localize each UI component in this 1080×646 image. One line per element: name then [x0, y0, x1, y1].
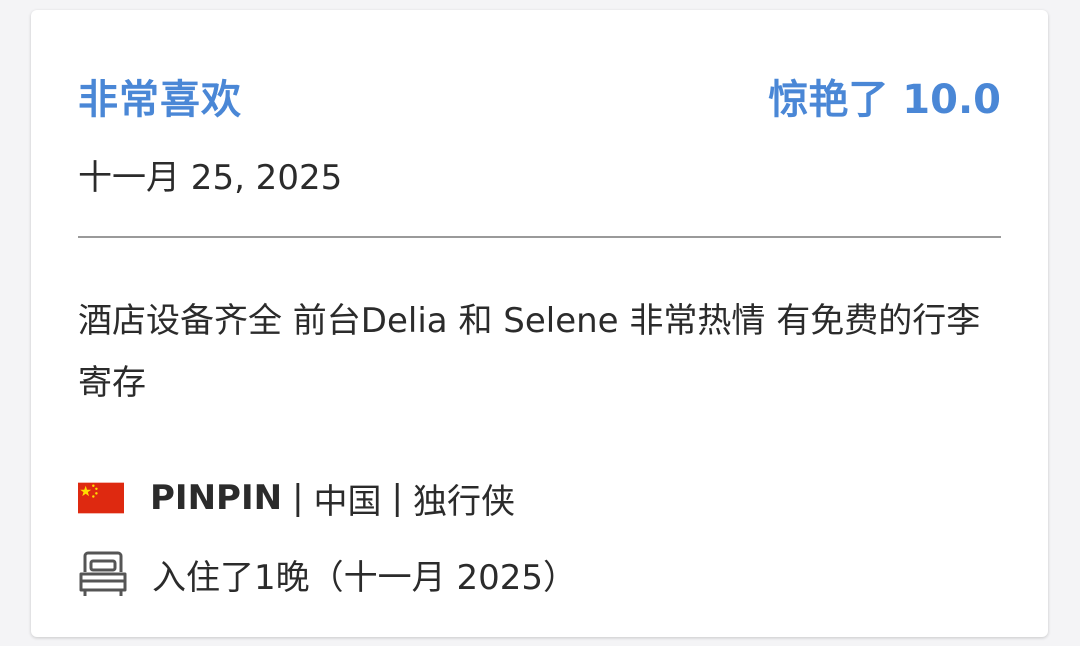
rating-score: 10.0 [902, 77, 1001, 123]
stay-text: 入住了1晚（十一月 2025） [152, 557, 577, 598]
review-title: 非常喜欢 [78, 77, 242, 123]
rating-label: 惊艳了 [768, 77, 889, 123]
traveler-type: 独行侠 [413, 481, 515, 522]
review-header: 非常喜欢 惊艳了 10.0 [78, 66, 1001, 126]
separator: | [391, 478, 403, 518]
separator: | [292, 478, 304, 518]
review-card: 非常喜欢 惊艳了 10.0 十一月 25, 2025 酒店设备齐全 前台Deli… [31, 10, 1048, 637]
review-rating: 惊艳了 10.0 [768, 67, 1001, 125]
bed-icon [79, 551, 127, 596]
review-date: 十一月 25, 2025 [78, 158, 343, 198]
review-body: 酒店设备齐全 前台Delia 和 Selene 非常热情 有免费的行李寄存 [78, 301, 981, 403]
stay-info: 入住了1晚（十一月 2025） [78, 546, 577, 602]
divider [78, 236, 1001, 238]
reviewer-info: PINPIN | 中国 | 独行侠 [78, 472, 515, 524]
reviewer-name: PINPIN [150, 478, 283, 518]
reviewer-country: 中国 [313, 481, 382, 522]
china-flag-icon [78, 482, 124, 514]
